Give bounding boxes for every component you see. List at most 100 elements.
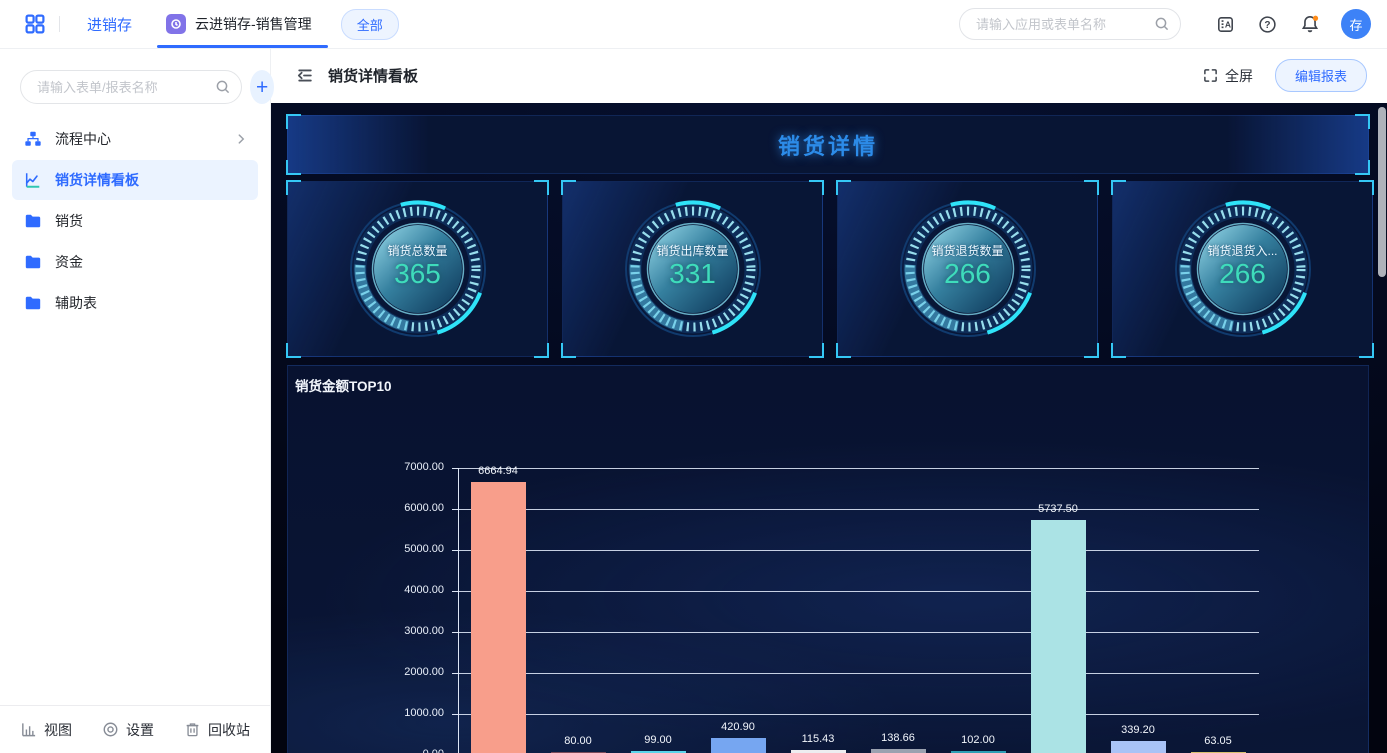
sidebar-item-label: 流程中心 (55, 131, 111, 147)
fullscreen-button[interactable]: 全屏 (1203, 66, 1253, 86)
gauge-panel: 销货退货入... 266 (1111, 180, 1374, 358)
settings-icon (102, 721, 119, 738)
svg-text:?: ? (1264, 19, 1270, 30)
y-tick-label: 2000.00 (404, 666, 444, 678)
global-search[interactable] (959, 8, 1181, 40)
app-icon (166, 14, 187, 34)
sidebar-item-label: 辅助表 (55, 295, 97, 311)
search-icon (215, 79, 231, 95)
app-grid-icon[interactable] (24, 13, 46, 35)
bar (1110, 741, 1166, 753)
add-button[interactable]: + (250, 70, 275, 104)
gauge-label: 销货退货数量 (931, 244, 1004, 258)
dashboard-title: 销货详情 (777, 133, 878, 159)
bar-value-label: 339.20 (1121, 724, 1155, 737)
sidebar-footer-settings[interactable]: 设置 (102, 720, 154, 740)
search-icon (1154, 16, 1170, 32)
avatar[interactable]: 存 (1341, 9, 1371, 39)
sidebar-nav: 流程中心销货详情看板 销货资金辅助表 (0, 119, 270, 323)
folder-icon (24, 253, 42, 271)
sidebar-item[interactable]: 辅助表 (12, 283, 258, 323)
help-icon[interactable]: ? (1258, 15, 1277, 34)
recycle-bin-icon (184, 721, 201, 738)
y-tick-label: 3000.00 (404, 625, 444, 637)
sidebar-footer-label: 回收站 (208, 721, 250, 738)
gridline (458, 714, 1259, 715)
bar-value-label: 6664.94 (478, 464, 518, 477)
sidebar-search[interactable] (20, 70, 242, 104)
sidebar-item[interactable]: 销货 (12, 201, 258, 241)
dashboard-scrollbar[interactable] (1378, 107, 1386, 277)
gauge-panel: 销货出库数量 331 (561, 180, 824, 358)
gridline (458, 632, 1259, 633)
all-apps-button[interactable]: 全部 (340, 8, 399, 40)
bar-value-label: 5737.50 (1038, 502, 1078, 515)
notification-bell-icon[interactable] (1300, 14, 1320, 34)
dashboard: 销货详情 销货总数量 365 销货出库数量 331 销货退货数量 266 销货退货入... 2… (270, 103, 1387, 753)
dashboard-title-panel: 销货详情 (286, 114, 1370, 175)
bar-value-label: 115.43 (801, 733, 835, 746)
y-tick-label: 5000.00 (404, 543, 444, 555)
bar-value-label: 102.00 (961, 733, 995, 746)
sidebar-footer-label: 设置 (126, 721, 154, 738)
chevron-right-icon (234, 132, 248, 146)
y-tick-label: 0.00 (370, 748, 444, 753)
gauge-label: 销货出库数量 (656, 244, 729, 258)
tab-current-app[interactable]: 云进销存-销售管理 (157, 0, 328, 48)
bar-value-label: 420.90 (721, 720, 755, 733)
sidebar-item-label: 销货 (55, 213, 83, 229)
sidebar-item[interactable]: 流程中心 (12, 119, 258, 159)
y-tick-label: 4000.00 (404, 584, 444, 596)
gauge: 销货退货入... 266 (1168, 194, 1318, 344)
y-tick-label: 7000.00 (404, 461, 444, 473)
gauge-panel: 销货退货数量 266 (836, 180, 1099, 358)
folder-icon (24, 212, 42, 230)
sidebar-item-label: 销货详情看板 (55, 172, 139, 188)
edit-report-button[interactable]: 编辑报表 (1274, 59, 1367, 92)
gauge-value: 266 (944, 258, 991, 289)
sidebar-search-input[interactable] (35, 78, 215, 96)
bar (1030, 519, 1086, 753)
views-icon (20, 721, 37, 738)
bar-chart: 7000.00 6000.00 5000.00 4000.00 3000.00 2000.… (404, 461, 1259, 753)
gridline (458, 550, 1259, 551)
bar-value-label: 63.05 (1204, 735, 1232, 748)
gauge-label: 销货总数量 (387, 244, 448, 258)
bar-value-label: 99.00 (644, 733, 672, 746)
gauge: 销货总数量 365 (343, 194, 493, 344)
bar (470, 481, 526, 753)
sidebar-footer-recycle-bin[interactable]: 回收站 (184, 720, 250, 740)
bar (870, 749, 926, 753)
sidebar-item[interactable]: 资金 (12, 242, 258, 282)
gridline (458, 509, 1259, 510)
translate-icon[interactable]: A (1216, 15, 1235, 34)
sidebar: + 流程中心销货详情看板销货资金辅助表 视图 设置 回收站 (0, 48, 275, 753)
tab-label: 云进销存-销售管理 (195, 16, 312, 32)
sidebar-item-label: 资金 (55, 254, 83, 270)
topbar-divider (59, 16, 60, 32)
svg-text:A: A (1225, 19, 1231, 29)
global-search-input[interactable] (974, 15, 1154, 33)
sidebar-footer-views[interactable]: 视图 (20, 720, 72, 740)
sidebar-item[interactable]: 销货详情看板 (12, 160, 258, 200)
workflow-icon (24, 130, 42, 148)
gridline (458, 468, 1259, 469)
sidebar-footer-label: 视图 (44, 721, 72, 738)
gauge: 销货出库数量 331 (618, 194, 768, 344)
topbar: 进销存 云进销存-销售管理 全部 A ? (0, 0, 1387, 49)
sidebar-footer: 视图 设置 回收站 (0, 705, 270, 753)
y-axis-line (458, 468, 459, 753)
gridline (458, 673, 1259, 674)
fullscreen-label: 全屏 (1224, 67, 1253, 84)
gauge: 销货退货数量 266 (893, 194, 1043, 344)
collapse-sidebar-icon[interactable] (295, 66, 314, 85)
y-tick-label: 6000.00 (404, 502, 444, 514)
bar-value-label: 138.66 (881, 732, 915, 745)
main-area: 销货详情看板 全屏 编辑报表 销货详情 销货总数量 365 销货出库数量 331 销货退… (270, 48, 1387, 753)
gauge-label: 销货退货入... (1207, 244, 1278, 258)
chart-panel: 销货金额TOP10 7000.00 6000.00 5000.00 4000.00 30… (287, 365, 1369, 753)
main-header: 销货详情看板 全屏 编辑报表 (270, 48, 1387, 104)
y-tick-label: 1000.00 (404, 707, 444, 719)
bar-value-label: 80.00 (564, 734, 592, 747)
brand-link[interactable]: 进销存 (87, 14, 132, 35)
